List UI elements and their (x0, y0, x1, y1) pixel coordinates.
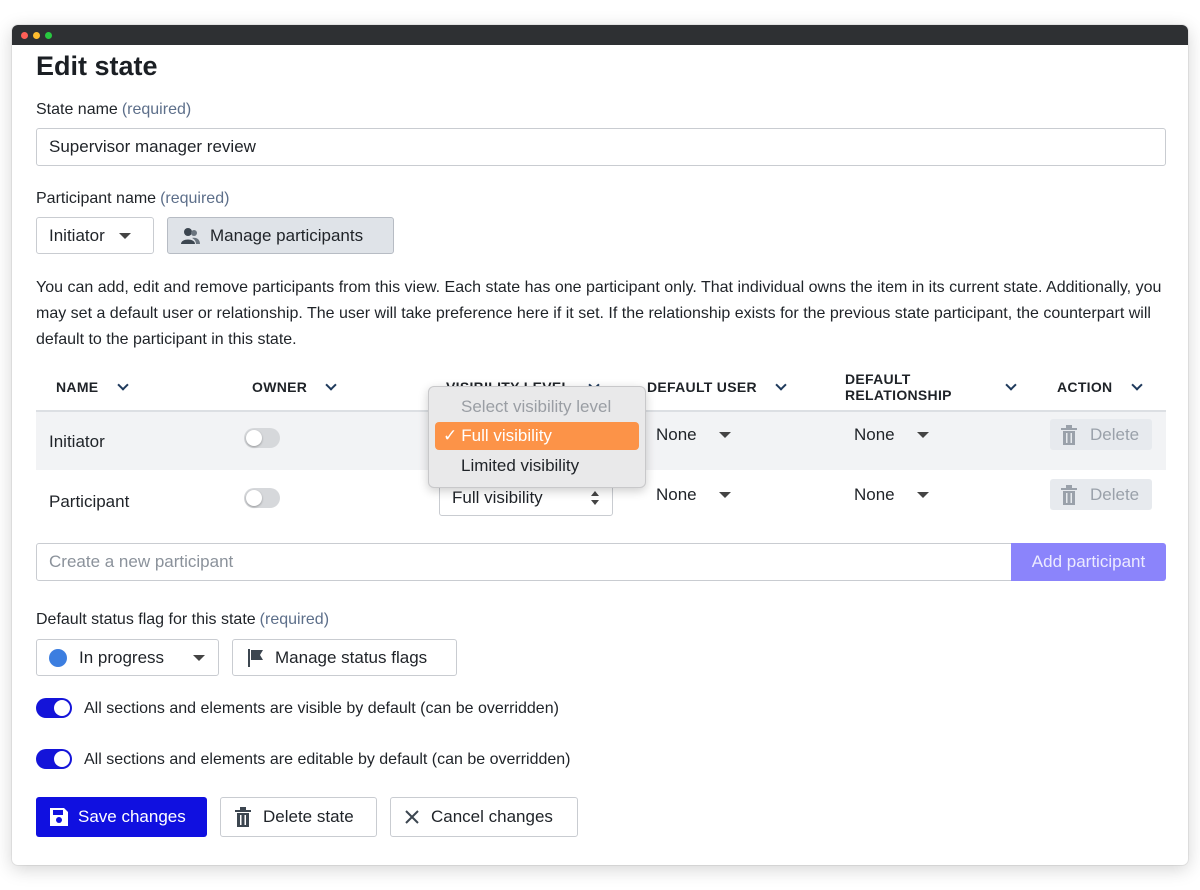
manage-status-flags-label: Manage status flags (275, 647, 428, 667)
owner-toggle[interactable] (244, 488, 280, 508)
visibility-option-placeholder: Select visibility level (461, 397, 612, 416)
visibility-option-limited[interactable]: Limited visibility (435, 452, 639, 480)
column-header-name[interactable]: NAME (56, 379, 129, 395)
column-header-default-relationship-line1: DEFAULT (845, 371, 911, 387)
manage-status-flags-button[interactable]: Manage status flags (232, 639, 457, 676)
delete-state-button[interactable]: Delete state (220, 797, 377, 837)
default-relationship-select[interactable]: None (854, 425, 929, 445)
participant-name-label: Participant name (required) (36, 190, 229, 208)
default-relationship-value: None (854, 485, 895, 504)
status-flag-select[interactable]: In progress (36, 639, 219, 676)
state-name-label: State name (required) (36, 101, 191, 119)
sort-arrows-icon (591, 491, 599, 505)
close-window-dot[interactable] (21, 32, 28, 39)
owner-toggle[interactable] (244, 428, 280, 448)
delete-row-button[interactable]: Delete (1050, 419, 1152, 450)
editable-by-default-toggle[interactable] (36, 749, 72, 769)
visibility-option-full[interactable]: ✓ Full visibility (435, 422, 639, 450)
chevron-down-icon (775, 379, 787, 391)
save-changes-button[interactable]: Save changes (36, 797, 207, 837)
new-participant-placeholder: Create a new participant (49, 552, 234, 571)
status-flag-value: In progress (79, 647, 165, 667)
state-name-label-text: State name (36, 101, 118, 118)
delete-row-label: Delete (1090, 484, 1140, 504)
manage-participants-label: Manage participants (210, 225, 364, 245)
visibility-value: Full visibility (452, 488, 543, 507)
caret-down-icon (916, 492, 929, 498)
column-header-action[interactable]: ACTION (1057, 379, 1143, 395)
checkmark-icon: ✓ (443, 426, 458, 445)
delete-row-label: Delete (1090, 424, 1140, 444)
trash-icon (235, 807, 251, 827)
maximize-window-dot[interactable] (45, 32, 52, 39)
cancel-changes-label: Cancel changes (431, 807, 553, 826)
caret-down-icon (916, 432, 929, 438)
default-relationship-value: None (854, 425, 895, 444)
state-name-required: (required) (121, 101, 192, 118)
caret-down-icon (118, 232, 131, 239)
visible-by-default-label: All sections and elements are visible by… (84, 700, 559, 717)
status-flag-required: (required) (259, 611, 330, 628)
default-user-value: None (656, 425, 697, 444)
close-icon (405, 810, 419, 824)
participant-name-required: (required) (160, 190, 230, 207)
column-header-action-text: ACTION (1057, 379, 1113, 395)
default-user-select[interactable]: None (656, 425, 731, 445)
state-name-input[interactable]: Supervisor manager review (36, 128, 1166, 166)
page-title: Edit state (36, 51, 158, 81)
chevron-down-icon (325, 379, 338, 391)
chevron-down-icon[interactable] (1005, 379, 1017, 391)
column-header-owner-text: OWNER (252, 379, 308, 395)
row-name: Initiator (49, 432, 105, 451)
participants-description: You can add, edit and remove participant… (36, 279, 1162, 348)
caret-down-icon (718, 432, 731, 438)
trash-icon (1061, 424, 1077, 445)
state-name-value: Supervisor manager review (49, 137, 256, 156)
status-flag-label: Default status flag for this state (requi… (36, 611, 329, 629)
visible-by-default-toggle[interactable] (36, 698, 72, 718)
editable-by-default-label: All sections and elements are editable b… (84, 751, 571, 768)
column-header-default-user-text: DEFAULT USER (647, 379, 757, 395)
column-header-default-relationship-line2: RELATIONSHIP (845, 387, 952, 403)
row-name: Participant (49, 492, 130, 511)
default-user-select[interactable]: None (656, 485, 731, 505)
column-header-default-relationship[interactable]: DEFAULT RELATIONSHIP (845, 371, 952, 403)
chevron-down-icon (116, 379, 129, 391)
chevron-down-icon (1131, 379, 1143, 391)
participant-select-value: Initiator (49, 225, 105, 245)
window-titlebar (12, 25, 1188, 45)
participant-select[interactable]: Initiator (36, 217, 154, 254)
delete-row-button[interactable]: Delete (1050, 479, 1152, 510)
delete-state-label: Delete state (263, 807, 354, 826)
caret-down-icon (718, 492, 731, 498)
visibility-dropdown-menu: Select visibility level ✓ Full visibilit… (428, 386, 646, 488)
save-icon (50, 808, 68, 826)
new-participant-input[interactable]: Create a new participant (36, 543, 1013, 581)
column-header-name-text: NAME (56, 379, 99, 395)
manage-participants-button[interactable]: Manage participants (167, 217, 394, 254)
default-user-value: None (656, 485, 697, 504)
default-relationship-select[interactable]: None (854, 485, 929, 505)
save-changes-label: Save changes (78, 807, 186, 826)
minimize-window-dot[interactable] (33, 32, 40, 39)
add-participant-button[interactable]: Add participant (1011, 543, 1166, 581)
status-flag-label-text: Default status flag for this state (36, 611, 256, 628)
participant-name-label-text: Participant name (36, 190, 157, 207)
status-dot-icon (49, 648, 67, 667)
app-window: Edit state State name (required) Supervis… (12, 25, 1188, 865)
caret-down-icon (193, 655, 205, 661)
column-header-owner[interactable]: OWNER (252, 379, 338, 395)
cancel-changes-button[interactable]: Cancel changes (390, 797, 578, 837)
column-header-default-user[interactable]: DEFAULT USER (647, 379, 787, 395)
users-icon (181, 227, 200, 244)
trash-icon (1061, 484, 1077, 505)
flag-icon (248, 648, 263, 667)
visibility-option-full-label: Full visibility (461, 426, 552, 445)
